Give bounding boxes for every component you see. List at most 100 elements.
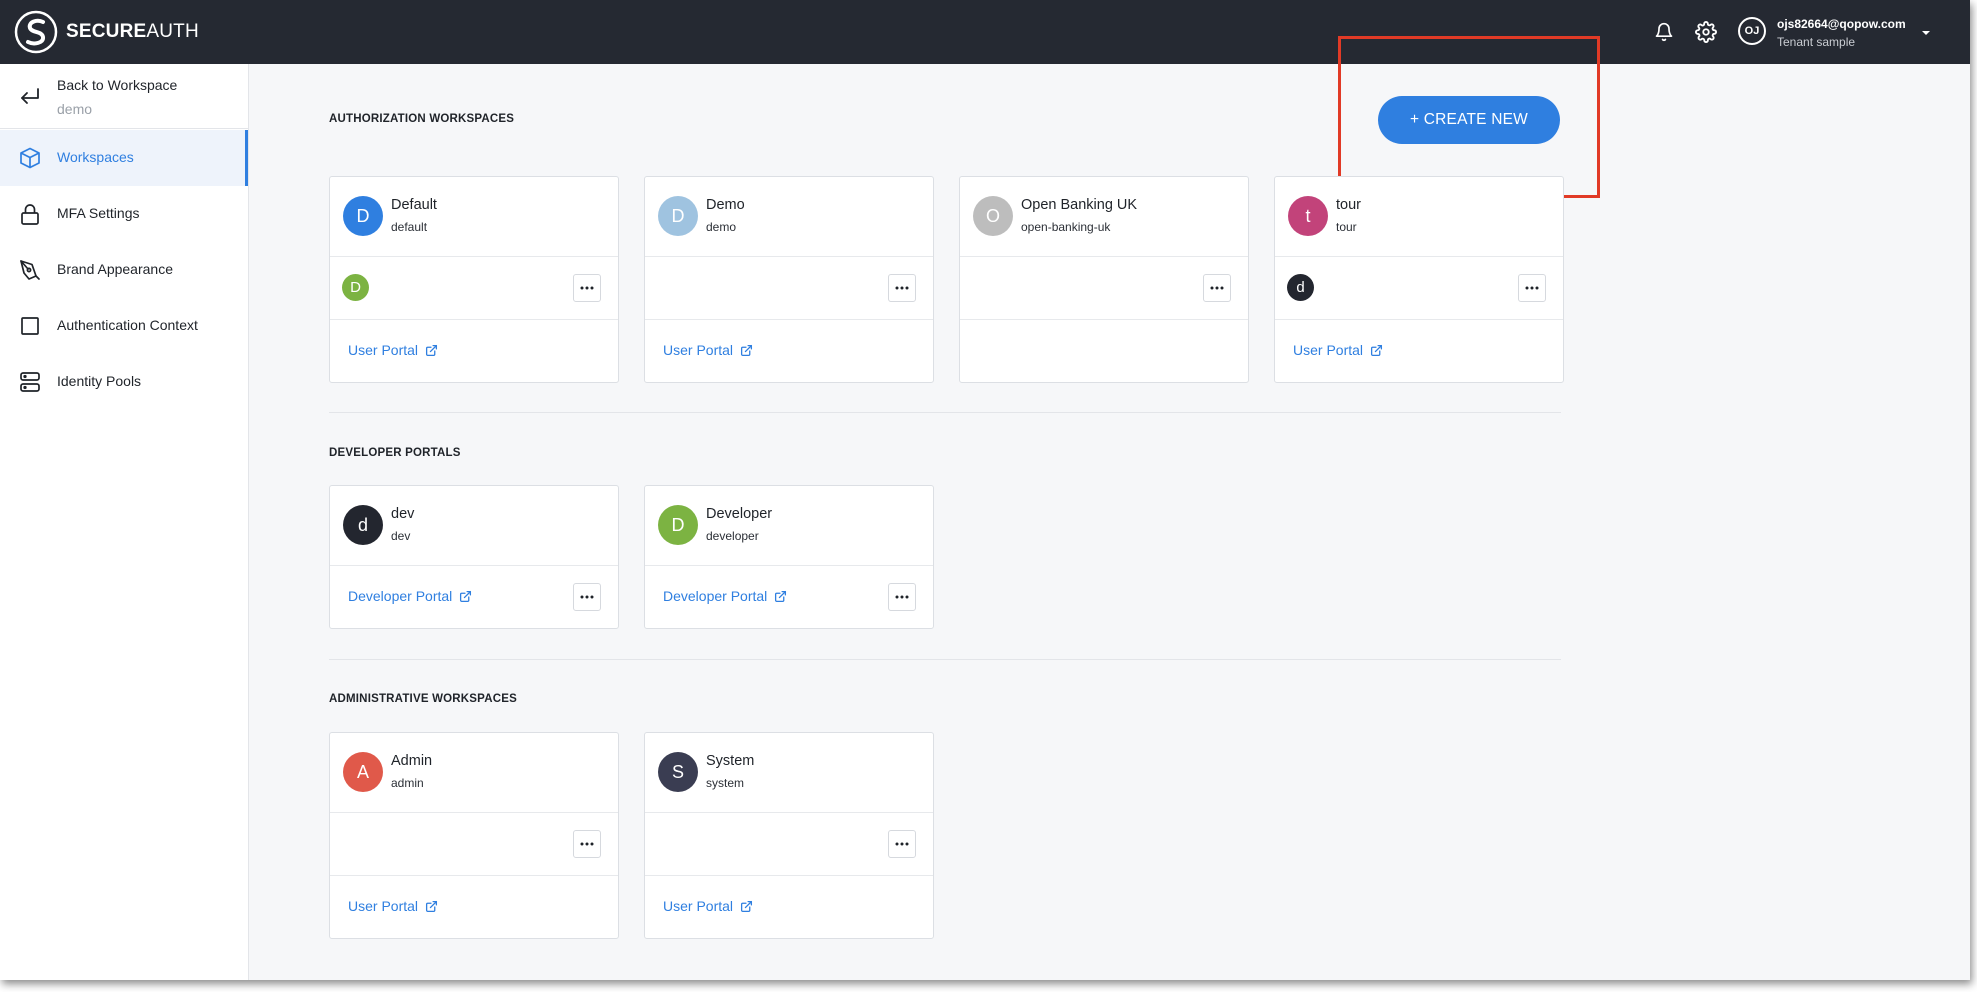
sidebar-item-label: Identity Pools — [57, 373, 142, 389]
portal-avatar: d — [343, 505, 383, 545]
card-footer: User Portal — [645, 876, 933, 938]
gear-icon — [1695, 21, 1717, 43]
workspace-card-tour[interactable]: t tour tour d User Portal — [1274, 176, 1564, 383]
card-header: S System system — [645, 733, 933, 813]
more-horizontal-icon — [580, 286, 594, 290]
more-horizontal-icon — [895, 842, 909, 846]
developer-portal-link[interactable]: Developer Portal — [348, 588, 472, 604]
square-icon — [21, 317, 39, 335]
more-options-button[interactable] — [888, 274, 916, 302]
logo-text: SECUREAUTH — [66, 21, 199, 42]
sidebar: Back to Workspace demo Workspaces MFA Se… — [0, 64, 249, 980]
sidebar-item-label: MFA Settings — [57, 205, 140, 221]
user-portal-link[interactable]: User Portal — [348, 898, 438, 914]
workspace-card-open-banking-uk[interactable]: O Open Banking UK open-banking-uk — [959, 176, 1249, 383]
server-icon — [20, 372, 40, 392]
external-link-icon — [460, 590, 472, 602]
user-avatar[interactable]: OJ — [1738, 17, 1766, 45]
developer-portal-link[interactable]: Developer Portal — [663, 588, 787, 604]
card-middle — [645, 257, 933, 320]
sidebar-item-label: Workspaces — [57, 149, 134, 165]
user-portal-link[interactable]: User Portal — [348, 342, 438, 358]
portal-name: Developer — [706, 506, 773, 522]
workspace-name: tour — [1336, 197, 1361, 213]
workspace-name: Demo — [706, 197, 745, 213]
bell-icon — [1655, 22, 1673, 42]
logo[interactable]: SECUREAUTH — [14, 10, 199, 54]
create-new-button[interactable]: + CREATE NEW — [1378, 96, 1560, 144]
user-portal-link[interactable]: User Portal — [663, 898, 753, 914]
portal-slug: dev — [391, 529, 411, 543]
more-options-button[interactable] — [573, 274, 601, 302]
user-portal-link[interactable]: User Portal — [1293, 342, 1383, 358]
workspace-card-demo[interactable]: D Demo demo User Portal — [644, 176, 934, 383]
card-middle — [960, 257, 1248, 320]
section-title-authorization-workspaces: AUTHORIZATION WORKSPACES — [329, 113, 515, 125]
workspace-avatar: t — [1288, 196, 1328, 236]
settings-button[interactable] — [1694, 20, 1718, 44]
more-horizontal-icon — [580, 595, 594, 599]
card-header: A Admin admin — [330, 733, 618, 813]
section-divider — [329, 412, 1561, 413]
more-options-button[interactable] — [888, 830, 916, 858]
workspace-slug: open-banking-uk — [1021, 220, 1111, 234]
user-menu-toggle[interactable] — [1920, 26, 1932, 44]
more-horizontal-icon — [580, 842, 594, 846]
portal-name: dev — [391, 506, 415, 522]
sidebar-item-identity-pools[interactable]: Identity Pools — [0, 354, 248, 410]
workspace-name: Admin — [391, 753, 433, 769]
workspace-slug: tour — [1336, 220, 1357, 234]
portal-card-dev[interactable]: d dev dev Developer Portal — [329, 485, 619, 629]
card-middle: D — [330, 257, 618, 320]
more-options-button[interactable] — [573, 830, 601, 858]
card-footer: User Portal — [645, 320, 933, 382]
sidebar-item-authentication-context[interactable]: Authentication Context — [0, 298, 248, 354]
sidebar-item-brand-appearance[interactable]: Brand Appearance — [0, 242, 248, 298]
sidebar-item-mfa-settings[interactable]: MFA Settings — [0, 186, 248, 242]
back-title: Back to Workspace — [57, 77, 178, 93]
card-footer: Developer Portal — [330, 566, 618, 628]
user-portal-link[interactable]: User Portal — [663, 342, 753, 358]
more-options-button[interactable] — [1518, 274, 1546, 302]
workspace-slug: default — [391, 220, 428, 234]
workspace-card-admin[interactable]: A Admin admin User Portal — [329, 732, 619, 939]
mini-avatar: d — [1287, 274, 1314, 301]
portal-avatar: D — [658, 505, 698, 545]
back-subtitle: demo — [57, 101, 93, 117]
mini-avatar: D — [342, 274, 369, 301]
section-title-administrative-workspaces: ADMINISTRATIVE WORKSPACES — [329, 693, 517, 705]
more-options-button[interactable] — [888, 583, 916, 611]
tenant-name: Tenant sample — [1777, 35, 1856, 49]
app-window: SECUREAUTH OJ ojs82664@qopow.com Tenant … — [0, 0, 1970, 980]
card-middle: d — [1275, 257, 1563, 320]
workspace-avatar: S — [658, 752, 698, 792]
portal-card-developer[interactable]: D Developer developer Developer Portal — [644, 485, 934, 629]
notifications-button[interactable] — [1652, 20, 1676, 44]
workspace-name: System — [706, 753, 755, 769]
portal-slug: developer — [706, 529, 759, 543]
external-link-icon — [741, 900, 753, 912]
workspace-slug: system — [706, 776, 745, 790]
section-divider — [329, 659, 1561, 660]
workspace-avatar: D — [343, 196, 383, 236]
section-title-developer-portals: DEVELOPER PORTALS — [329, 447, 461, 459]
sidebar-item-workspaces[interactable]: Workspaces — [0, 130, 248, 186]
external-link-icon — [1371, 344, 1383, 356]
caret-down-icon — [1922, 31, 1930, 35]
workspace-card-default[interactable]: D Default default D User Portal — [329, 176, 619, 383]
back-to-workspace-button[interactable]: Back to Workspace demo — [0, 64, 248, 129]
external-link-icon — [741, 344, 753, 356]
user-email[interactable]: ojs82664@qopow.com — [1777, 17, 1906, 31]
card-footer: User Portal — [330, 876, 618, 938]
external-link-icon — [426, 900, 438, 912]
more-horizontal-icon — [1210, 286, 1224, 290]
workspace-card-system[interactable]: S System system User Portal — [644, 732, 934, 939]
more-options-button[interactable] — [1203, 274, 1231, 302]
card-footer: User Portal — [1275, 320, 1563, 382]
more-options-button[interactable] — [573, 583, 601, 611]
card-header: D Demo demo — [645, 177, 933, 257]
cube-icon — [20, 147, 40, 169]
more-horizontal-icon — [1525, 286, 1539, 290]
external-link-icon — [775, 590, 787, 602]
workspace-avatar: O — [973, 196, 1013, 236]
